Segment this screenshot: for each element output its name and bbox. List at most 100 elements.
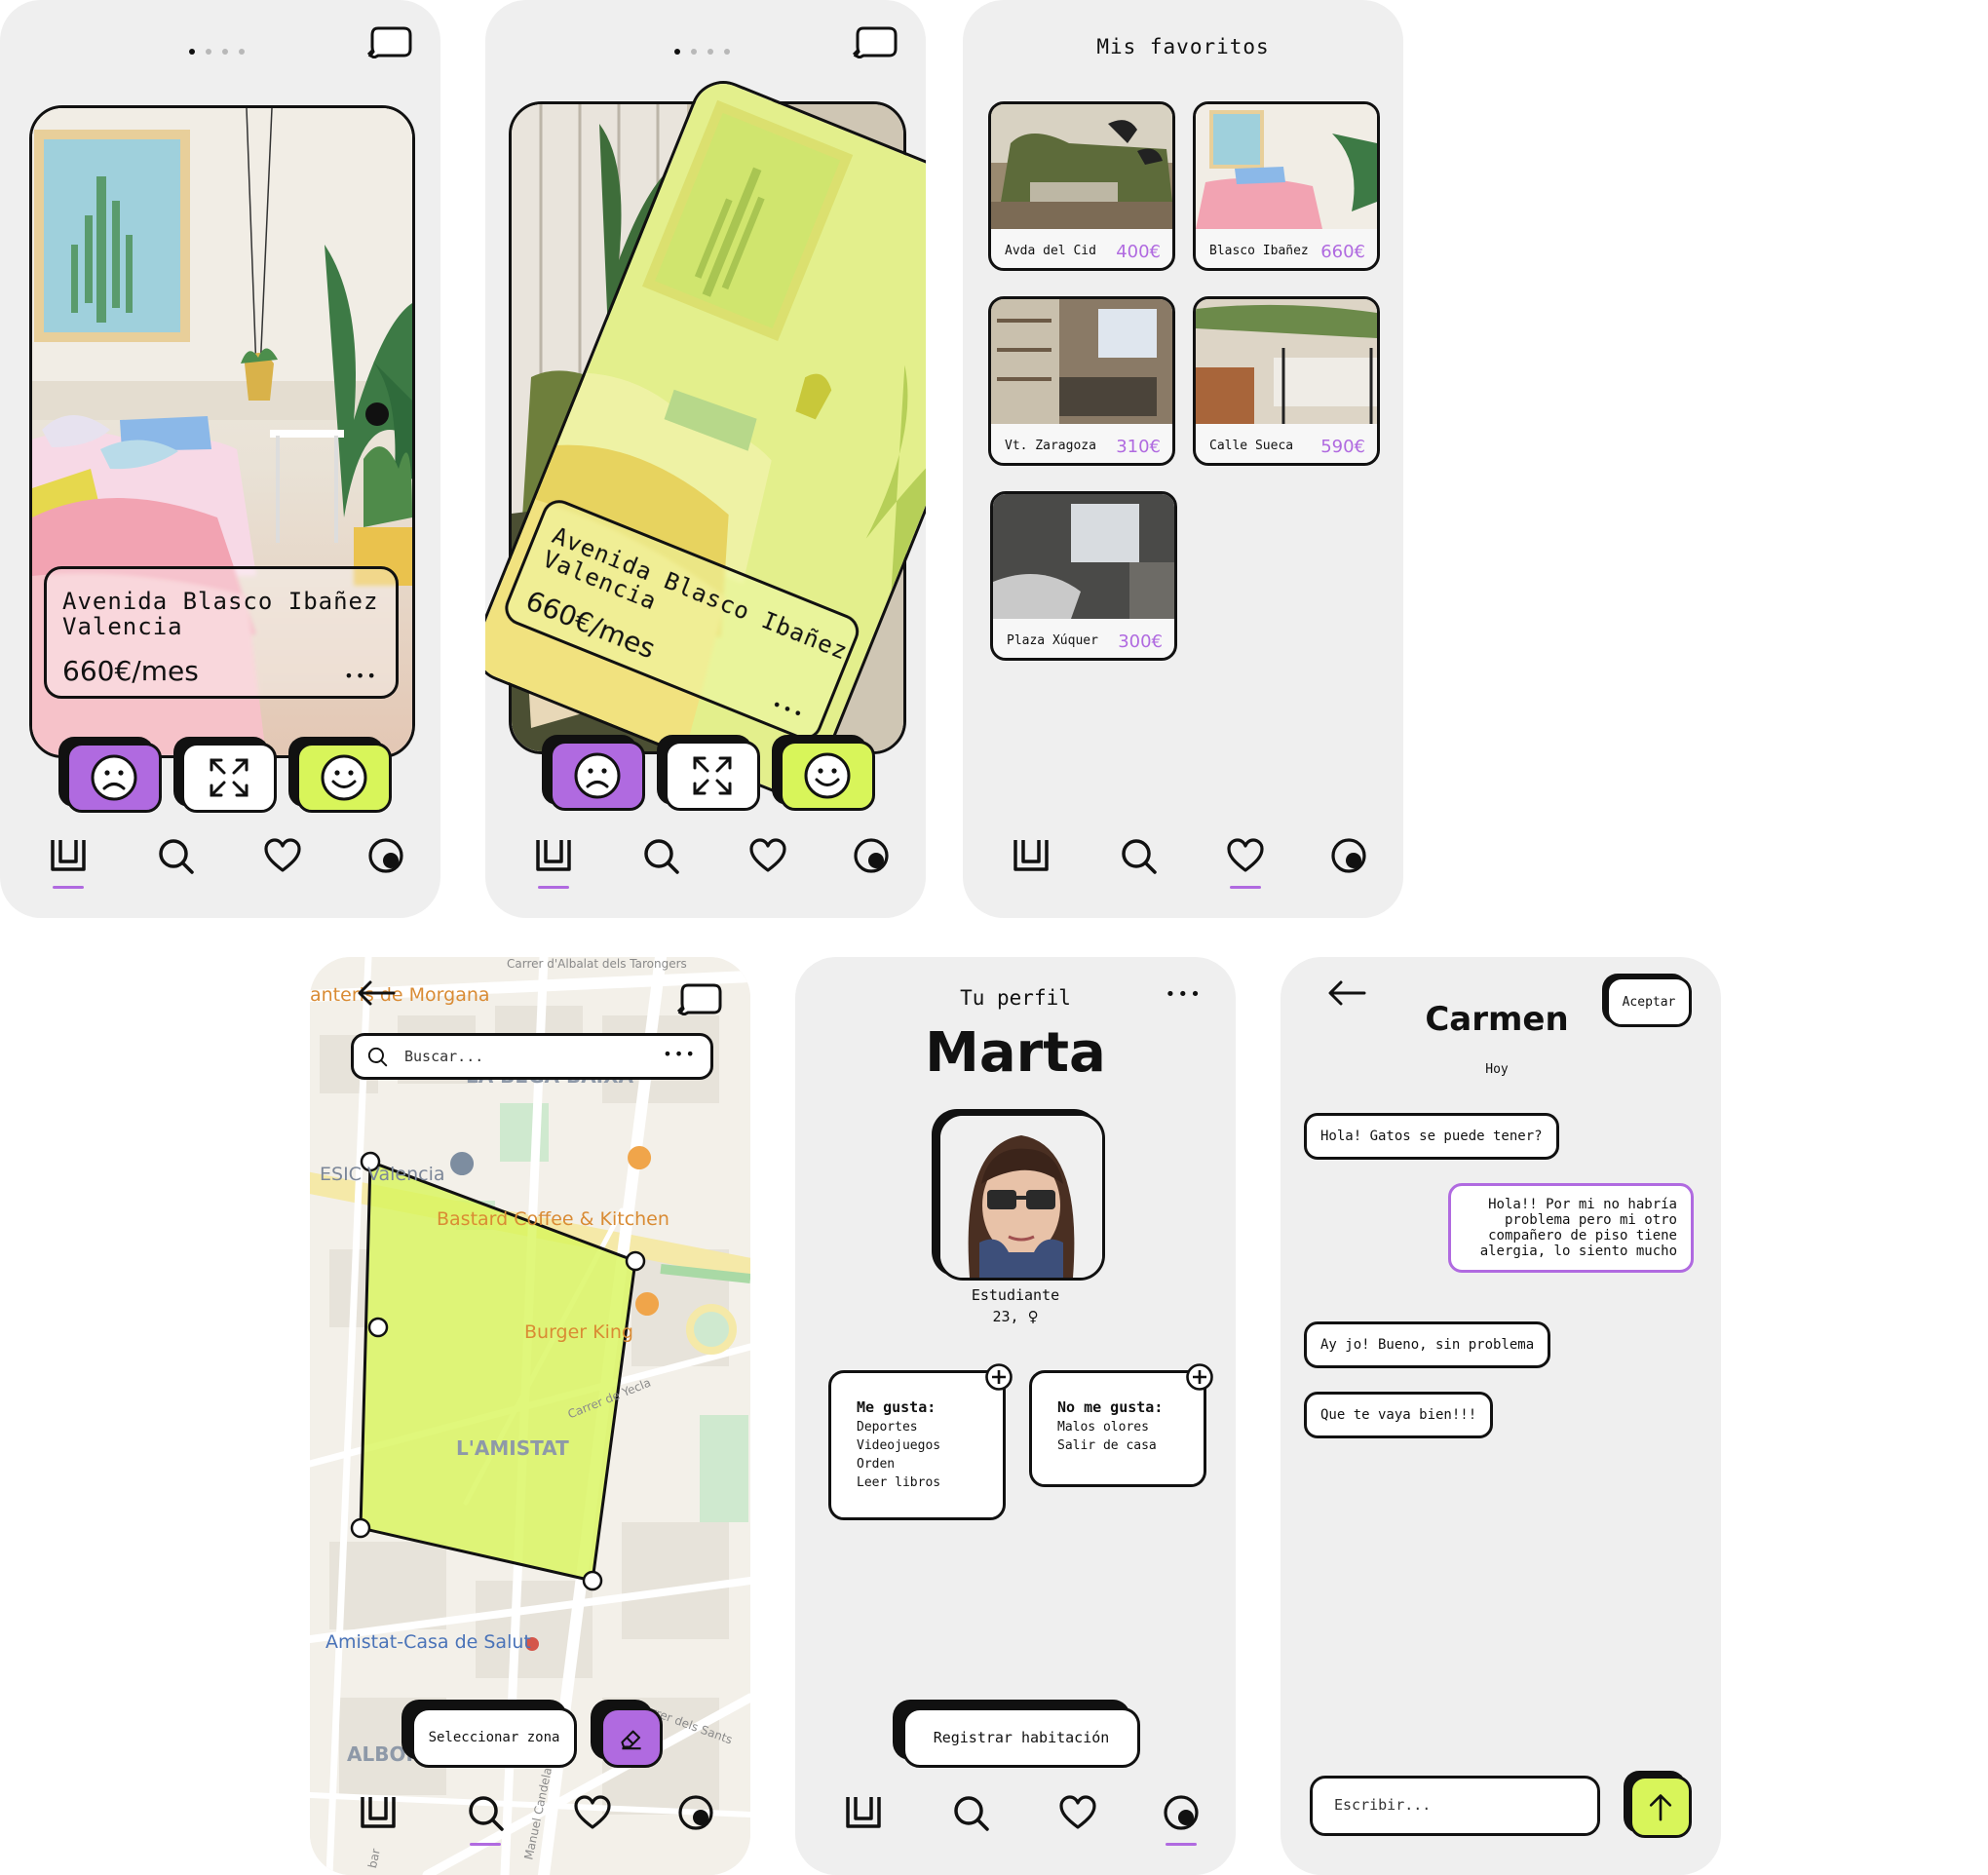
dislike-button[interactable] xyxy=(66,743,162,813)
profile-age: 23, xyxy=(992,1308,1019,1325)
listing-info-box: Avenida Blasco Ibañez Valencia 660€/mes … xyxy=(44,566,399,699)
listing-address: Avenida Blasco Ibañez xyxy=(62,588,379,615)
heart-icon xyxy=(746,834,789,877)
nav-search[interactable] xyxy=(1111,834,1166,893)
home-icon xyxy=(532,834,575,877)
more-options-icon[interactable]: ••• xyxy=(769,695,807,725)
favorite-card[interactable]: Calle Sueca 590€ xyxy=(1193,296,1380,466)
add-like-icon[interactable] xyxy=(984,1362,1013,1392)
nav-favorites[interactable] xyxy=(1218,834,1273,893)
map-label: L'AMISTAT xyxy=(456,1436,569,1460)
nav-favorites[interactable] xyxy=(741,834,795,893)
like-button[interactable] xyxy=(296,743,392,813)
arrow-up-icon xyxy=(1643,1789,1678,1824)
screen-swipe-dragging: Avenida Blasco Ibañez Valencia 660€/mes … xyxy=(485,0,926,918)
nav-home[interactable] xyxy=(351,1791,405,1850)
expand-button[interactable] xyxy=(665,741,760,811)
nav-home[interactable] xyxy=(836,1791,891,1850)
add-dislike-icon[interactable] xyxy=(1185,1362,1214,1392)
more-options-icon[interactable]: ••• xyxy=(663,1045,697,1063)
nav-home[interactable] xyxy=(41,834,96,893)
nav-profile[interactable] xyxy=(359,834,413,893)
active-indicator xyxy=(53,886,84,889)
profile-icon xyxy=(364,834,407,877)
select-zone-button[interactable]: Seleccionar zona xyxy=(411,1707,577,1768)
eraser-icon xyxy=(616,1722,647,1753)
erase-zone-button[interactable] xyxy=(600,1707,663,1768)
listing-price: 660€/mes xyxy=(62,655,199,687)
favorite-card[interactable]: Avda del Cid 400€ xyxy=(988,101,1175,271)
screen-swipe: Avenida Blasco Ibañez Valencia 660€/mes … xyxy=(0,0,440,918)
profile-role: Estudiante xyxy=(971,1286,1060,1304)
profile-age-line: 23, ♀ xyxy=(795,1308,1236,1325)
dislike-item: Malos olores xyxy=(1057,1420,1149,1435)
nav-search[interactable] xyxy=(148,834,203,893)
heart-icon xyxy=(571,1791,614,1834)
map-label: Amistat-Casa de Salut xyxy=(325,1631,531,1653)
nav-search[interactable] xyxy=(633,834,688,893)
message-input-placeholder: Escribir... xyxy=(1334,1796,1432,1814)
active-indicator xyxy=(538,886,569,889)
nav-home[interactable] xyxy=(1004,834,1058,893)
screen-map: Carrer d'Albalat dels Tarongers anteris … xyxy=(310,957,750,1875)
map-label: Carrer d'Albalat dels Tarongers xyxy=(507,957,687,971)
back-arrow-icon[interactable] xyxy=(355,978,398,1008)
active-indicator xyxy=(1230,886,1261,889)
home-icon xyxy=(842,1791,885,1834)
like-item: Deportes xyxy=(857,1420,918,1435)
profile-name: Marta xyxy=(925,1021,1106,1085)
register-room-button[interactable]: Registrar habitación xyxy=(902,1707,1140,1768)
date-label: Hoy xyxy=(1485,1062,1509,1077)
nav-favorites[interactable] xyxy=(1051,1791,1105,1850)
dislike-button[interactable] xyxy=(550,741,645,811)
like-item: Videojuegos xyxy=(857,1438,941,1453)
search-input[interactable]: Buscar... xyxy=(404,1048,483,1065)
nav-favorites[interactable] xyxy=(565,1791,620,1850)
favorite-photo xyxy=(1196,299,1377,424)
nav-profile[interactable] xyxy=(669,1791,723,1850)
home-icon xyxy=(1010,834,1052,877)
female-icon: ♀ xyxy=(1027,1308,1039,1325)
search-icon xyxy=(949,1791,992,1834)
favorite-photo xyxy=(991,104,1172,229)
chat-icon[interactable] xyxy=(850,25,898,58)
likes-card: Me gusta: Deportes Videojuegos Orden Lee… xyxy=(828,1370,1006,1520)
map-label: ESIC Valencia xyxy=(320,1164,445,1185)
nav-profile[interactable] xyxy=(844,834,898,893)
map-label: anteris de Morgana xyxy=(310,984,490,1006)
nav-profile[interactable] xyxy=(1154,1791,1208,1850)
active-indicator xyxy=(470,1843,501,1846)
dislike-item: Salir de casa xyxy=(1057,1438,1157,1453)
like-button[interactable] xyxy=(780,741,875,811)
search-bar[interactable]: Buscar... ••• xyxy=(351,1033,713,1080)
message-input[interactable]: Escribir... xyxy=(1310,1776,1600,1836)
nav-home[interactable] xyxy=(526,834,581,893)
like-item: Leer libros xyxy=(857,1475,941,1490)
heart-icon xyxy=(1224,834,1267,877)
page-title: Mis favoritos xyxy=(1096,35,1270,58)
favorite-card[interactable]: Blasco Ibañez 660€ xyxy=(1193,101,1380,271)
more-options-icon[interactable]: ••• xyxy=(344,667,378,685)
heart-icon xyxy=(261,834,304,877)
expand-button[interactable] xyxy=(181,743,277,813)
favorite-card[interactable]: Plaza Xúquer 300€ xyxy=(990,491,1177,661)
listing-card[interactable]: Avenida Blasco Ibañez Valencia 660€/mes … xyxy=(29,105,415,758)
chat-icon[interactable] xyxy=(364,25,413,58)
nav-favorites[interactable] xyxy=(255,834,310,893)
avatar-photo xyxy=(940,1116,1102,1278)
chat-icon[interactable] xyxy=(674,982,723,1015)
dislikes-title: No me gusta: xyxy=(1057,1398,1164,1416)
favorite-card[interactable]: Vt. Zaragoza 310€ xyxy=(988,296,1175,466)
profile-icon xyxy=(1327,834,1370,877)
bottom-nav xyxy=(795,1787,1236,1856)
screen-favorites: Mis favoritos Avda del Cid 400€ Blasco I… xyxy=(963,0,1403,918)
send-button[interactable] xyxy=(1629,1776,1692,1838)
page-indicator xyxy=(189,49,245,55)
favorite-name: Vt. Zaragoza xyxy=(1005,439,1096,453)
nav-search[interactable] xyxy=(458,1791,513,1850)
favorite-photo xyxy=(991,299,1172,424)
more-options-icon[interactable]: ••• xyxy=(1165,984,1203,1005)
sad-face-icon xyxy=(89,752,139,803)
nav-search[interactable] xyxy=(943,1791,998,1850)
nav-profile[interactable] xyxy=(1321,834,1376,893)
